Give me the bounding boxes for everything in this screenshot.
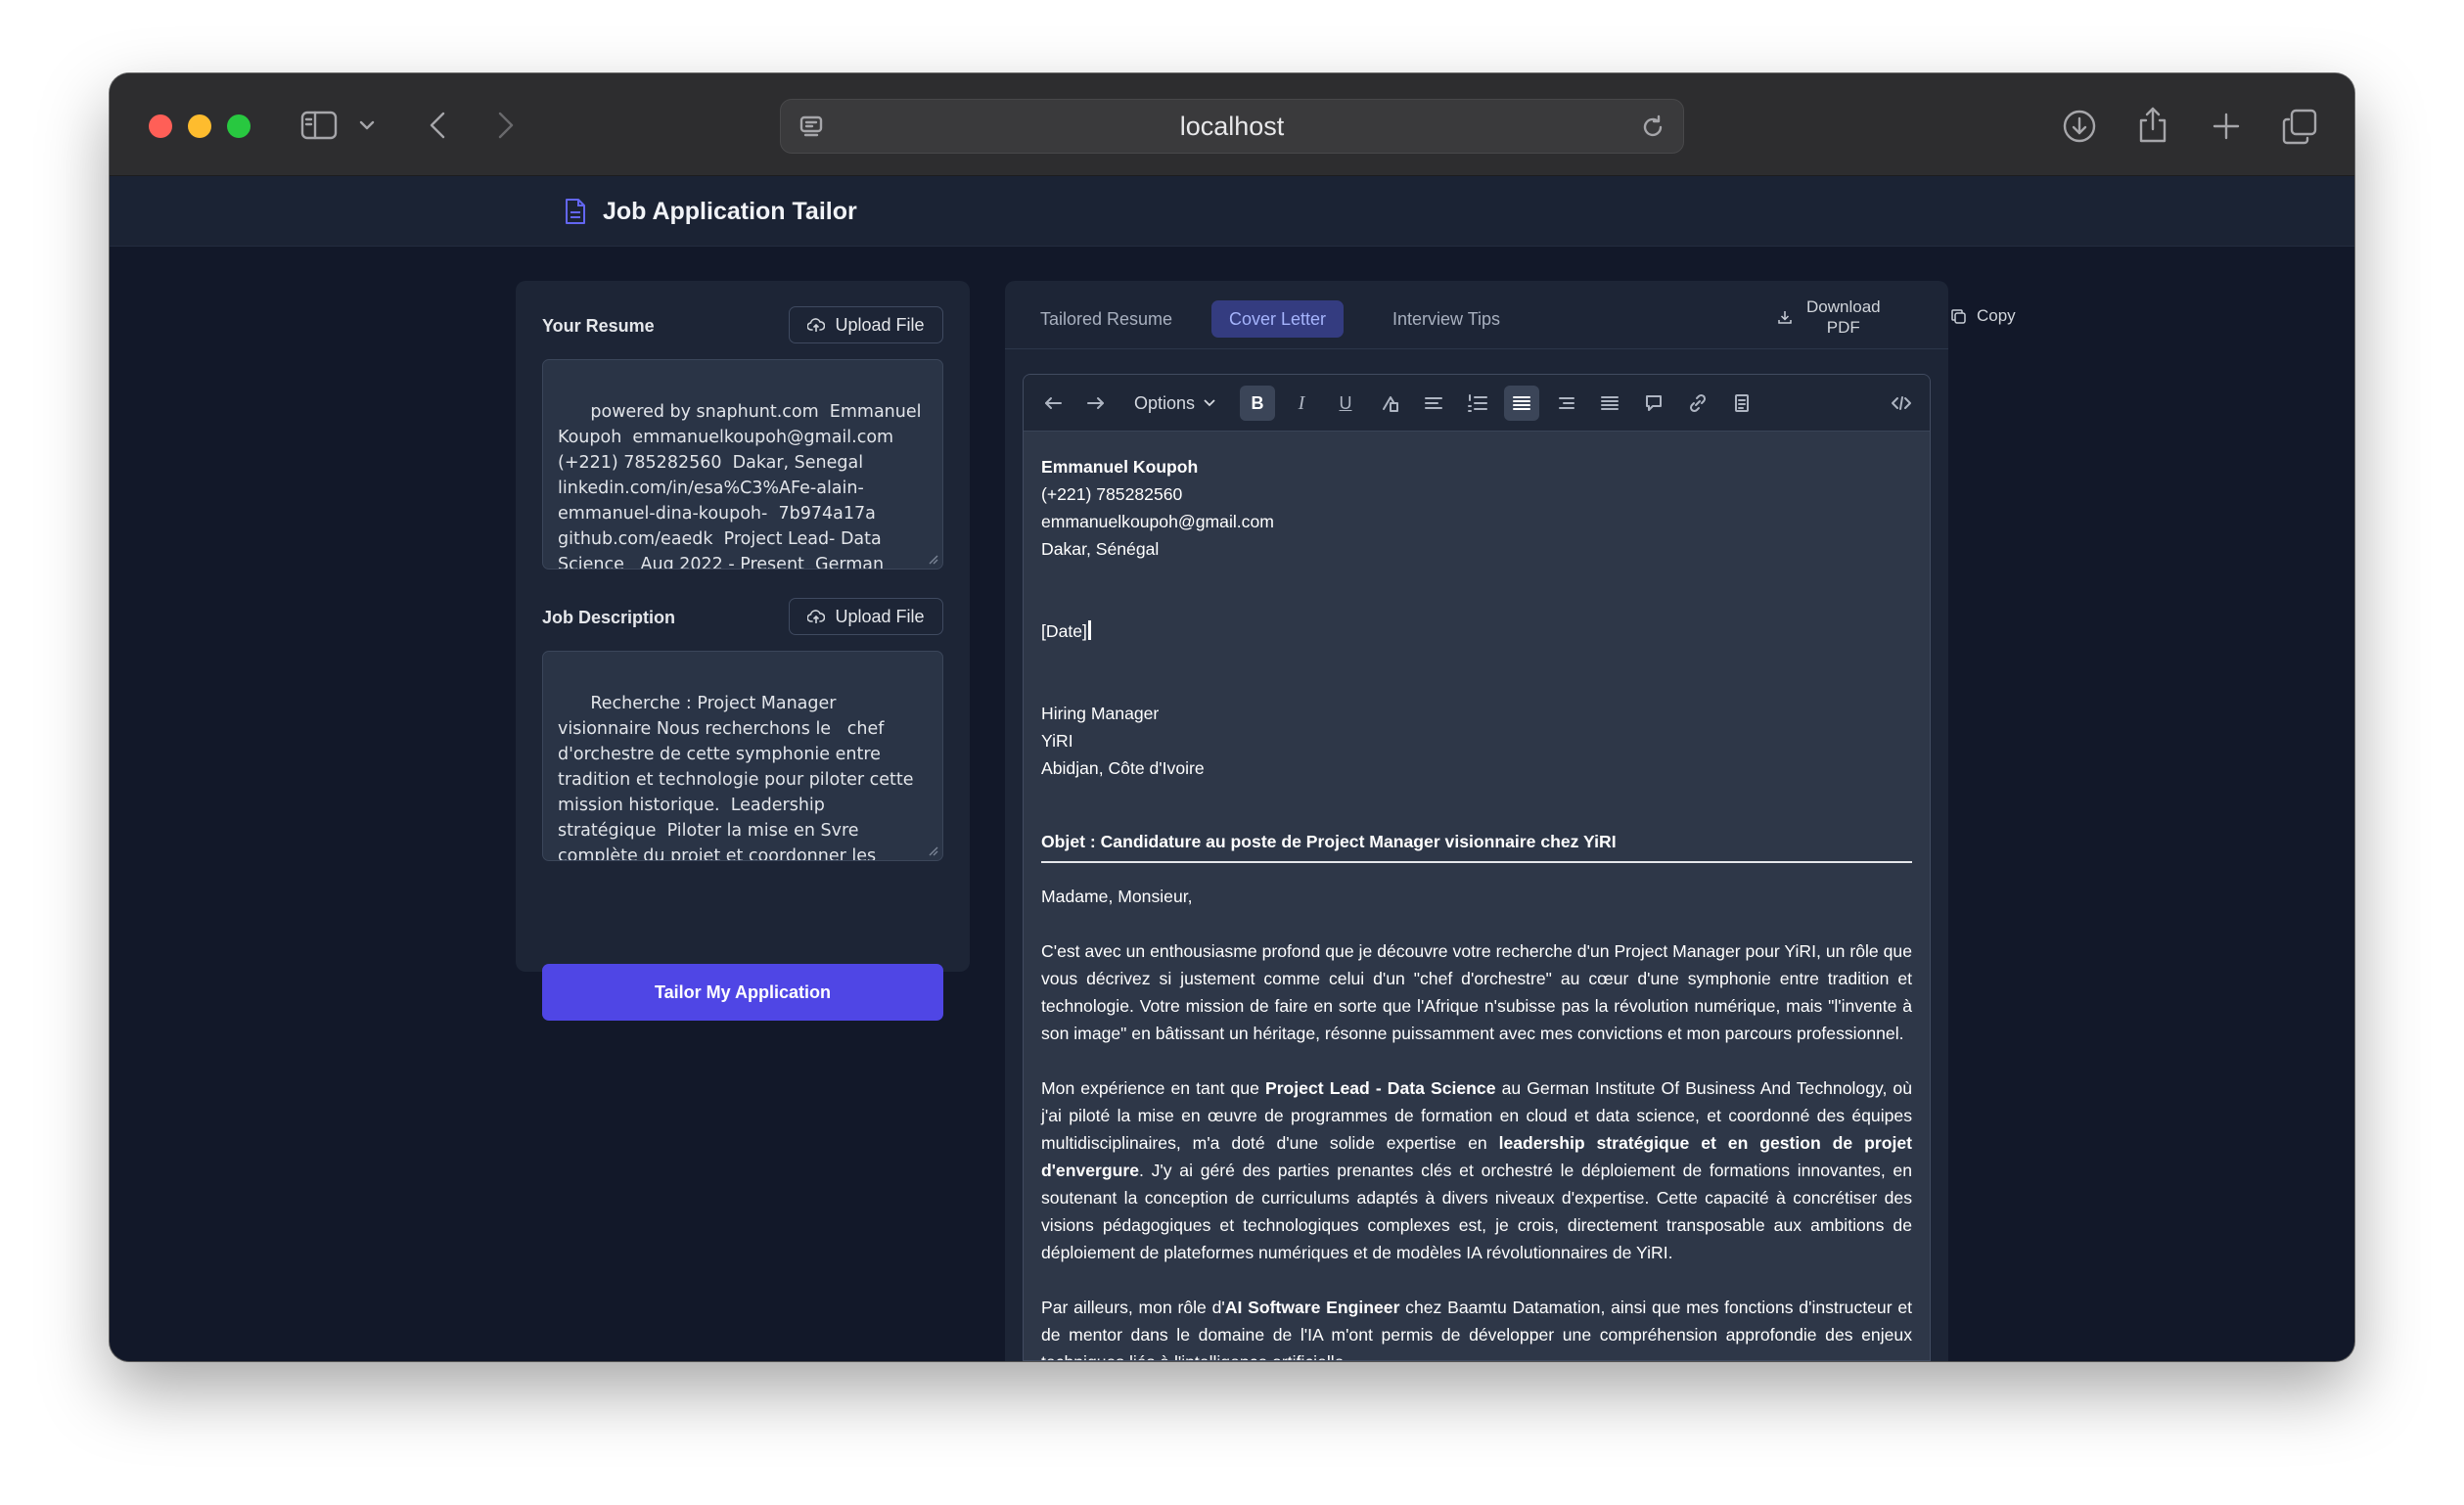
cover-letter-document[interactable]: Emmanuel Koupoh (+221) 785282560 emmanue… bbox=[1041, 453, 1912, 1360]
text-color-icon[interactable] bbox=[1372, 386, 1407, 421]
zoom-window-button[interactable] bbox=[227, 114, 251, 138]
recipient-city: Abidjan, Côte d'Ivoire bbox=[1041, 758, 1205, 778]
app-title-text: Job Application Tailor bbox=[603, 197, 857, 225]
input-panel: Your Resume Upload File powered by snaph… bbox=[516, 281, 970, 1021]
close-window-button[interactable] bbox=[149, 114, 172, 138]
download-pdf-label-line1: Download bbox=[1806, 297, 1881, 316]
job-upload-label: Upload File bbox=[835, 606, 925, 626]
copy-label: Copy bbox=[1977, 306, 2016, 325]
tailor-application-button[interactable]: Tailor My Application bbox=[542, 964, 943, 1021]
page-icon[interactable] bbox=[1724, 386, 1759, 421]
p2-text-a: Mon expérience en tant que bbox=[1041, 1078, 1265, 1098]
underline-button[interactable]: U bbox=[1328, 386, 1363, 421]
resume-upload-label: Upload File bbox=[835, 314, 925, 335]
chevron-down-icon bbox=[1203, 398, 1216, 408]
sender-city: Dakar, Sénégal bbox=[1041, 539, 1160, 559]
resume-textarea[interactable]: powered by snaphunt.com Emmanuel Koupoh … bbox=[542, 359, 943, 570]
resume-text: powered by snaphunt.com Emmanuel Koupoh … bbox=[558, 402, 922, 570]
align-center-icon[interactable] bbox=[1504, 386, 1539, 421]
job-description-textarea[interactable]: Recherche : Project Manager visionnaire … bbox=[542, 651, 943, 861]
tab-tailored-resume[interactable]: Tailored Resume bbox=[1023, 300, 1190, 338]
letter-paragraph-3: Par ailleurs, mon rôle d'AI Software Eng… bbox=[1041, 1294, 1912, 1360]
resume-label: Your Resume bbox=[542, 316, 655, 336]
output-panel: Tailored Resume Cover Letter Interview T… bbox=[1005, 281, 2016, 1361]
options-label: Options bbox=[1134, 392, 1196, 413]
paragraph-style-icon[interactable] bbox=[1416, 386, 1451, 421]
cover-letter-editor[interactable]: Options B I U Emmanuel Koupoh (+221) 785… bbox=[1023, 374, 1931, 1361]
download-pdf-button[interactable]: Download PDF bbox=[1777, 296, 1881, 338]
p3-bold-role: AI Software Engineer bbox=[1224, 1298, 1400, 1317]
sidebar-toggle-icon[interactable] bbox=[298, 107, 340, 144]
minimize-window-button[interactable] bbox=[188, 114, 211, 138]
bold-button[interactable]: B bbox=[1240, 386, 1275, 421]
letter-paragraph-1: C'est avec un enthousiasme profond que j… bbox=[1041, 941, 1912, 1043]
output-tabs: Tailored Resume Cover Letter Interview T… bbox=[1005, 281, 2016, 349]
tab-cover-letter[interactable]: Cover Letter bbox=[1211, 300, 1345, 338]
letter-date: [Date] bbox=[1041, 621, 1087, 641]
document-icon bbox=[564, 197, 587, 226]
italic-button[interactable]: I bbox=[1284, 386, 1319, 421]
options-dropdown[interactable]: Options bbox=[1134, 386, 1216, 421]
align-right-icon[interactable] bbox=[1548, 386, 1583, 421]
ordered-list-icon[interactable] bbox=[1460, 386, 1495, 421]
job-description-text: Recherche : Project Manager visionnaire … bbox=[558, 694, 914, 861]
chevron-down-icon[interactable] bbox=[357, 113, 377, 138]
share-icon[interactable] bbox=[2133, 103, 2172, 146]
app-title: Job Application Tailor bbox=[564, 176, 857, 247]
p2-bold-role: Project Lead - Data Science bbox=[1264, 1078, 1496, 1098]
p2-text-e: . J'y ai géré des parties prenantes clés… bbox=[1041, 1161, 1912, 1262]
back-arrow-icon[interactable] bbox=[423, 109, 452, 142]
align-justify-icon[interactable] bbox=[1592, 386, 1627, 421]
address-bar[interactable]: localhost bbox=[780, 99, 1684, 154]
download-pdf-label: Download PDF bbox=[1806, 296, 1881, 338]
download-icon[interactable] bbox=[2060, 107, 2099, 146]
sender-name: Emmanuel Koupoh bbox=[1041, 457, 1199, 477]
resume-upload-button[interactable]: Upload File bbox=[789, 306, 943, 343]
browser-window: localhost Job Application Tailor Your Re bbox=[110, 73, 2354, 1361]
cloud-upload-icon bbox=[807, 609, 826, 624]
forward-arrow-icon[interactable] bbox=[491, 109, 521, 142]
url-text: localhost bbox=[1179, 111, 1285, 141]
text-cursor bbox=[1087, 620, 1091, 640]
tab-overview-icon[interactable] bbox=[2279, 106, 2320, 147]
letter-subject: Objet : Candidature au poste de Project … bbox=[1041, 828, 1912, 863]
cloud-upload-icon bbox=[807, 317, 826, 333]
resize-handle-icon[interactable] bbox=[927, 553, 938, 565]
sender-phone: (+221) 785282560 bbox=[1041, 484, 1183, 504]
download-icon bbox=[1777, 309, 1793, 325]
new-tab-icon[interactable] bbox=[2207, 107, 2246, 146]
recipient-company: YiRI bbox=[1041, 731, 1073, 751]
job-description-label: Job Description bbox=[542, 608, 676, 627]
undo-icon[interactable] bbox=[1035, 386, 1071, 421]
link-icon[interactable] bbox=[1680, 386, 1715, 421]
copy-button[interactable]: Copy bbox=[1950, 306, 2016, 326]
redo-icon[interactable] bbox=[1078, 386, 1114, 421]
p3-text-a: Par ailleurs, mon rôle d' bbox=[1041, 1298, 1225, 1317]
download-pdf-label-line2: PDF bbox=[1826, 318, 1860, 337]
app-header: Job Application Tailor bbox=[110, 176, 2354, 247]
sender-email: emmanuelkoupoh@gmail.com bbox=[1041, 512, 1274, 531]
browser-toolbar: localhost bbox=[110, 73, 2354, 176]
letter-greeting: Madame, Monsieur, bbox=[1041, 887, 1193, 906]
letter-paragraph-2: Mon expérience en tant que Project Lead … bbox=[1041, 1074, 1912, 1266]
resize-handle-icon[interactable] bbox=[927, 844, 938, 856]
editor-toolbar: Options B I U bbox=[1024, 375, 1930, 432]
job-upload-button[interactable]: Upload File bbox=[789, 598, 943, 635]
recipient-title: Hiring Manager bbox=[1041, 704, 1160, 723]
tab-interview-tips[interactable]: Interview Tips bbox=[1375, 300, 1518, 338]
copy-icon bbox=[1950, 308, 1967, 325]
reload-icon[interactable] bbox=[1638, 112, 1667, 143]
code-view-icon[interactable] bbox=[1884, 386, 1919, 421]
comment-icon[interactable] bbox=[1636, 386, 1671, 421]
